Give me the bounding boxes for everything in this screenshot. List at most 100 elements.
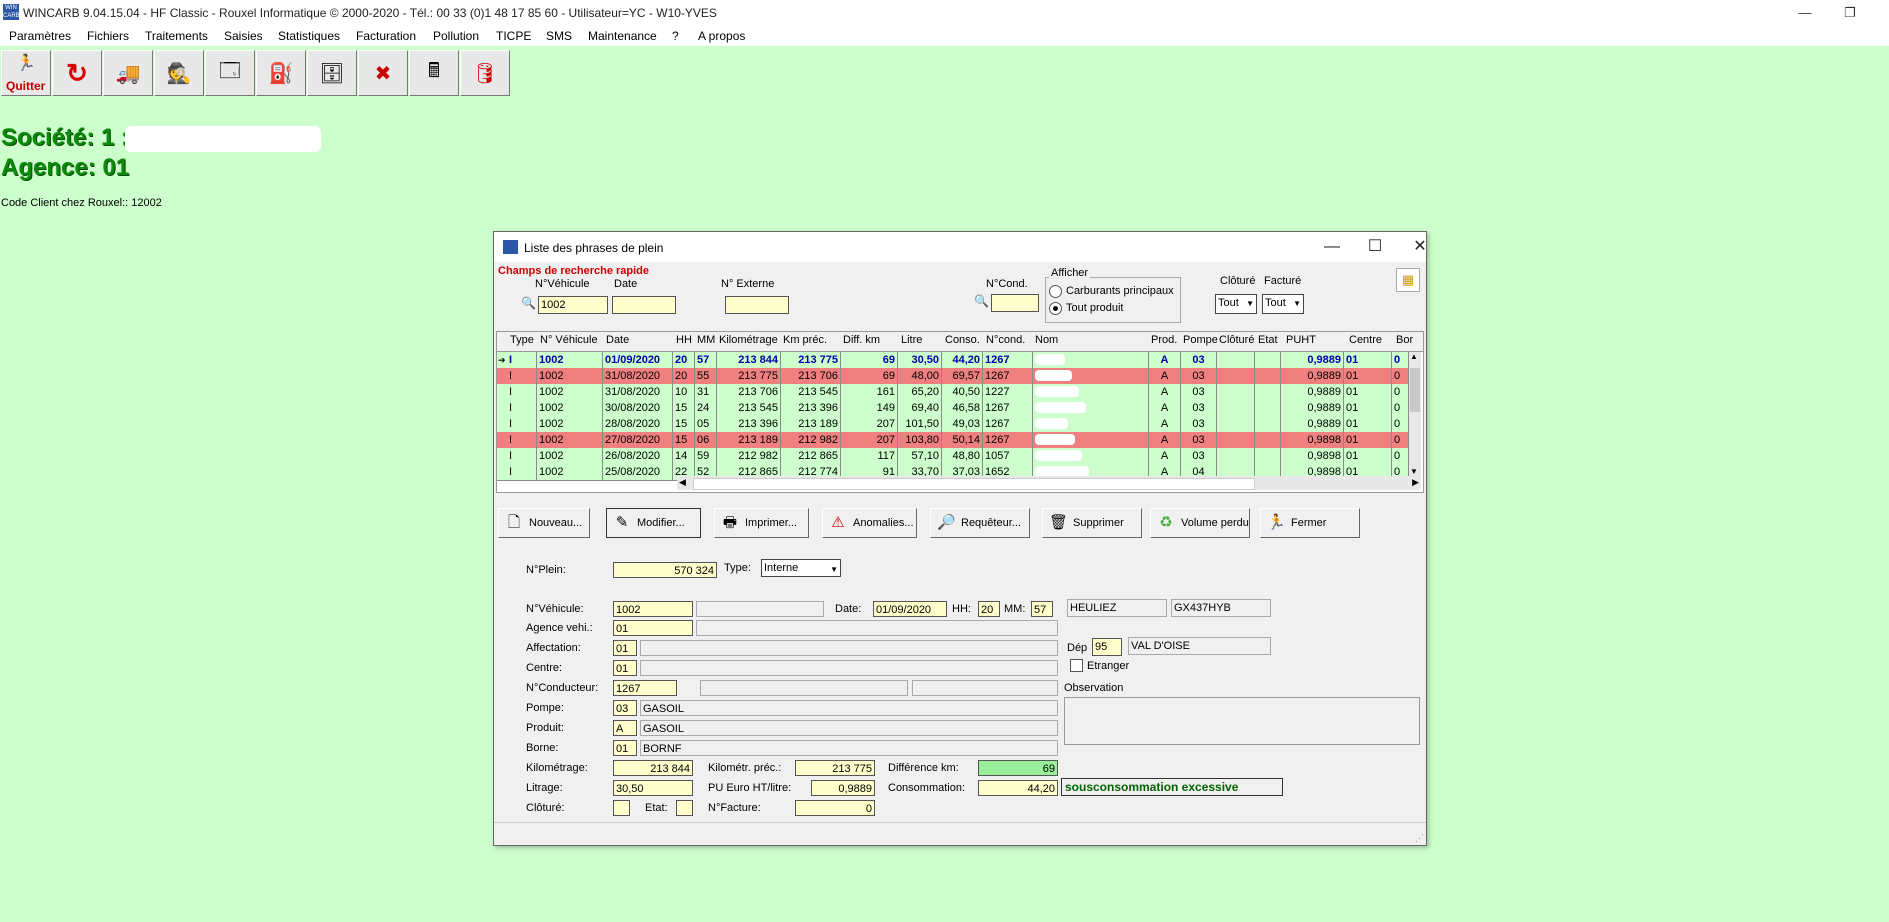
grid-hscrollbar[interactable]: ◀ ▶ — [677, 476, 1421, 490]
search-cond-input[interactable] — [991, 294, 1039, 312]
hscroll-thumb[interactable] — [693, 478, 1255, 490]
col-etat[interactable]: Etat — [1258, 334, 1278, 346]
modifier-button[interactable]: ✎ Modifier... — [606, 508, 701, 538]
table-row[interactable]: I 1002 28/08/2020 15 05 213 396 213 189 207 101,… — [497, 416, 1409, 433]
km-prec-field[interactable]: 213 775 — [795, 760, 875, 776]
barrel-button[interactable]: 🛢 — [460, 50, 510, 96]
nplein-field[interactable]: 570 324 — [613, 562, 717, 578]
table-row[interactable]: I 1002 27/08/2020 15 06 213 189 212 982 207 103,… — [497, 432, 1409, 449]
facture-field[interactable]: 0 — [795, 800, 875, 816]
fermer-button[interactable]: 🏃 Fermer — [1260, 508, 1360, 538]
col-conso[interactable]: Conso. — [945, 334, 980, 346]
menu-statistiques[interactable]: Statistiques — [278, 29, 340, 43]
requeteur-button[interactable]: 🔎 Requêteur... — [930, 508, 1030, 538]
col-km-prec[interactable]: Km préc. — [783, 334, 827, 346]
table-row[interactable]: I 1002 31/08/2020 10 31 213 706 213 545 161 65,2… — [497, 384, 1409, 401]
facture-filter-select[interactable]: Tout ▼ — [1262, 294, 1304, 314]
supprimer-button[interactable]: 🗑 Supprimer — [1042, 508, 1142, 538]
conducteur-field[interactable]: 1267 — [613, 680, 677, 696]
etranger-checkbox[interactable] — [1070, 659, 1083, 672]
nouveau-button[interactable]: 🗋 Nouveau... — [498, 508, 590, 538]
cloture-field[interactable] — [613, 800, 630, 816]
anomalies-button[interactable]: ⚠ Anomalies... — [822, 508, 917, 538]
type-select[interactable]: Interne ▼ — [761, 559, 841, 577]
col-bor[interactable]: Bor — [1396, 334, 1413, 346]
col-type[interactable]: Type — [510, 334, 534, 346]
scroll-thumb[interactable] — [1410, 368, 1420, 412]
borne-field[interactable]: 01 — [613, 740, 637, 756]
col-litre[interactable]: Litre — [901, 334, 922, 346]
col-nom[interactable]: Nom — [1035, 334, 1058, 346]
menu-apropos[interactable]: A propos — [698, 29, 745, 43]
scroll-down-arrow[interactable]: ▼ — [1410, 467, 1418, 476]
col-cloture[interactable]: Clôturé — [1219, 334, 1254, 346]
resize-grip-icon[interactable]: ⋰ — [1415, 833, 1424, 844]
menu-fichiers[interactable]: Fichiers — [87, 29, 129, 43]
menu-traitements[interactable]: Traitements — [145, 29, 208, 43]
imprimer-button[interactable]: 🖶 Imprimer... — [714, 508, 809, 538]
radio-tout-produit[interactable] — [1049, 302, 1062, 315]
menu-ticpe[interactable]: TICPE — [496, 29, 531, 43]
search-externe-input[interactable] — [725, 296, 789, 314]
radio-carburants[interactable] — [1049, 285, 1062, 298]
produit-field[interactable]: A — [613, 720, 637, 736]
table-row[interactable]: ➔ I 1002 01/09/2020 20 57 213 844 213 775 69 30,5… — [497, 352, 1409, 369]
menu-facturation[interactable]: Facturation — [356, 29, 416, 43]
scroll-up-arrow[interactable]: ▲ — [1410, 352, 1418, 361]
search-vehicule-input[interactable]: 1002 — [538, 296, 608, 314]
menu-help[interactable]: ? — [672, 29, 679, 43]
pu-field[interactable]: 0,9889 — [811, 780, 875, 796]
col-kilometrage[interactable]: Kilométrage — [719, 334, 778, 346]
col-diff-km[interactable]: Diff. km — [843, 334, 880, 346]
quit-button[interactable]: 🏃 Quitter — [1, 50, 51, 96]
table-row[interactable]: I 1002 31/08/2020 20 55 213 775 213 706 69 48,00… — [497, 368, 1409, 385]
dialog-maximize-button[interactable]: ☐ — [1357, 236, 1393, 258]
kilometrage-field[interactable]: 213 844 — [613, 760, 693, 776]
menu-parametres[interactable]: Paramètres — [9, 29, 71, 43]
fuel-pump-button[interactable]: ⛽ — [256, 50, 306, 96]
dialog-close-button[interactable]: ✕ — [1402, 236, 1438, 258]
col-prod[interactable]: Prod. — [1151, 334, 1177, 346]
table-row[interactable]: I 1002 30/08/2020 15 24 213 545 213 396 149 69,4… — [497, 400, 1409, 417]
litrage-field[interactable]: 30,50 — [613, 780, 693, 796]
date-field[interactable]: 01/09/2020 — [873, 601, 947, 617]
search-date-input[interactable] — [612, 296, 676, 314]
agence-vehi-field[interactable]: 01 — [613, 620, 693, 636]
grid-vscrollbar[interactable]: ▲ ▼ — [1409, 352, 1421, 476]
grid-layout-button[interactable]: ▦ — [1396, 268, 1420, 292]
menu-maintenance[interactable]: Maintenance — [588, 29, 657, 43]
drivers-button[interactable]: 🕵 — [154, 50, 204, 96]
col-pompe[interactable]: Pompe — [1183, 334, 1218, 346]
scroll-left-arrow[interactable]: ◀ — [679, 477, 686, 488]
observation-textarea[interactable] — [1064, 697, 1420, 745]
pompe-field[interactable]: 03 — [613, 700, 637, 716]
vehicule-field[interactable]: 1002 — [613, 601, 693, 617]
minimize-button[interactable]: — — [1785, 2, 1825, 24]
vehicles-button[interactable]: 🚚 — [103, 50, 153, 96]
col-date[interactable]: Date — [606, 334, 629, 346]
col-hh[interactable]: HH — [676, 334, 692, 346]
table-row[interactable]: I 1002 26/08/2020 14 59 212 982 212 865 117 57,1… — [497, 448, 1409, 465]
col-puht[interactable]: PUHT — [1286, 334, 1316, 346]
etat-field[interactable] — [676, 800, 693, 816]
mm-field[interactable]: 57 — [1031, 601, 1053, 617]
calculator-button[interactable]: 🖩 — [409, 50, 459, 96]
dialog-minimize-button[interactable]: — — [1314, 236, 1350, 258]
volume-perdu-button[interactable]: ♻ Volume perdu — [1150, 508, 1250, 538]
hh-field[interactable]: 20 — [978, 601, 1000, 617]
scroll-right-arrow[interactable]: ▶ — [1412, 477, 1419, 488]
cloture-filter-select[interactable]: Tout ▼ — [1215, 294, 1257, 314]
refresh-button[interactable]: ↻ — [52, 50, 102, 96]
menu-pollution[interactable]: Pollution — [433, 29, 479, 43]
dep-field[interactable]: 95 — [1092, 638, 1122, 656]
cancel-doc-button[interactable]: ✖ — [358, 50, 408, 96]
col-mm[interactable]: MM — [697, 334, 715, 346]
centre-field[interactable]: 01 — [613, 660, 637, 676]
col-centre[interactable]: Centre — [1349, 334, 1382, 346]
menu-saisies[interactable]: Saisies — [224, 29, 263, 43]
window-button[interactable]: 🗔 — [205, 50, 255, 96]
col-vehicule[interactable]: N° Véhicule — [540, 334, 598, 346]
archive-button[interactable]: 🗄 — [307, 50, 357, 96]
restore-button[interactable]: ❐ — [1830, 2, 1870, 24]
affectation-field[interactable]: 01 — [613, 640, 637, 656]
